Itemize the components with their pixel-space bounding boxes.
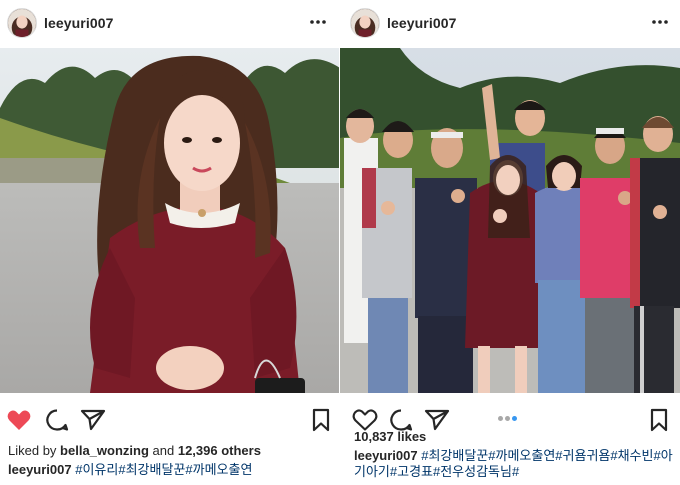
post-header: leeyuri007 xyxy=(0,0,340,48)
paper-plane-icon[interactable] xyxy=(424,408,450,432)
avatar[interactable] xyxy=(7,8,37,38)
bookmark-icon[interactable] xyxy=(310,408,332,432)
username[interactable]: leeyuri007 xyxy=(44,15,114,31)
post-header: leeyuri007 xyxy=(340,0,680,48)
post-photo[interactable] xyxy=(0,48,340,393)
likes-others[interactable]: 12,396 others xyxy=(178,443,261,458)
paper-plane-icon[interactable] xyxy=(80,408,106,432)
likes-summary: 10,837 likes xyxy=(354,429,426,444)
post-right: leeyuri007 10,837 likes leeyuri007 #최강배달… xyxy=(340,0,680,485)
post-photo[interactable] xyxy=(340,48,680,393)
likes-prefix: Liked by xyxy=(8,443,57,458)
avatar[interactable] xyxy=(350,8,380,38)
carousel-dot-active[interactable] xyxy=(512,416,517,421)
caption: leeyuri007 #이유리#최강배달꾼#까메오출연 xyxy=(8,462,338,478)
carousel-dot[interactable] xyxy=(498,416,503,421)
likes-count[interactable]: 10,837 likes xyxy=(354,429,426,444)
carousel-dot[interactable] xyxy=(505,416,510,421)
more-dots-icon[interactable] xyxy=(308,12,328,32)
carousel-indicator xyxy=(498,408,524,421)
username[interactable]: leeyuri007 xyxy=(387,15,457,31)
caption-username[interactable]: leeyuri007 xyxy=(8,462,72,477)
bookmark-icon[interactable] xyxy=(648,408,670,432)
likes-and: and xyxy=(152,443,175,458)
liked-by-user[interactable]: bella_wonzing xyxy=(60,443,149,458)
heart-icon[interactable] xyxy=(6,408,32,432)
comment-icon[interactable] xyxy=(44,408,70,432)
caption-hashtags[interactable]: #이유리#최강배달꾼#까메오출연 xyxy=(75,462,252,477)
caption-username[interactable]: leeyuri007 xyxy=(354,448,418,463)
likes-summary: Liked by bella_wonzing and 12,396 others xyxy=(8,443,261,458)
post-left: leeyuri007 Liked by bella_wonzing and 12… xyxy=(0,0,340,485)
more-dots-icon[interactable] xyxy=(650,12,670,32)
caption: leeyuri007 #최강배달꾼#까메오출연#귀욤귀욤#채수빈#아기아기#고경… xyxy=(354,448,674,480)
post-actions xyxy=(0,400,340,436)
